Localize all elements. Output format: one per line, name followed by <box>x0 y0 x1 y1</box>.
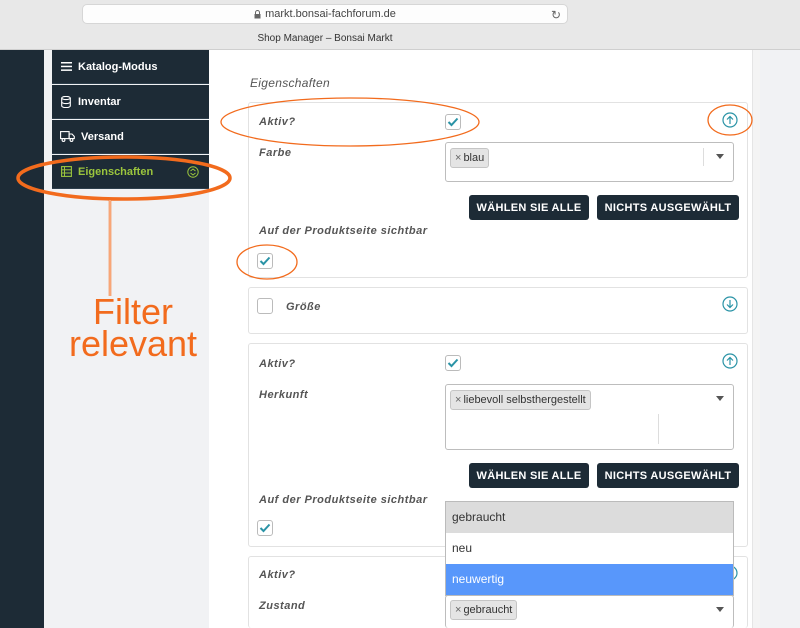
remove-tag-icon: × <box>455 152 462 164</box>
select-none-button[interactable]: NICHTS AUSGEWÄHLT <box>597 463 739 488</box>
selected-tag[interactable]: × blau <box>450 148 490 168</box>
chevron-down-icon[interactable] <box>716 607 724 612</box>
selected-tag[interactable]: × gebraucht <box>450 600 518 620</box>
active-label: Aktiv? <box>259 116 296 128</box>
selected-tag[interactable]: × liebevoll selbsthergestellt <box>450 390 591 410</box>
annotation-text: Filter relevant <box>58 294 208 364</box>
truck-icon <box>60 131 75 143</box>
url-text: markt.bonsai-fachforum.de <box>265 8 396 20</box>
property-card-farbe <box>248 102 748 278</box>
field-label: Farbe <box>259 147 292 159</box>
check-icon <box>259 523 271 533</box>
browser-chrome: markt.bonsai-fachforum.de ↻ Shop Manager… <box>0 0 800 50</box>
lock-icon <box>254 10 261 19</box>
admin-rail <box>0 50 44 628</box>
visible-label: Auf der Produktseite sichtbar <box>259 494 428 506</box>
dropdown-option[interactable]: gebraucht <box>446 502 733 533</box>
remove-tag-icon: × <box>455 604 462 616</box>
select-none-button[interactable]: NICHTS AUSGEWÄHLT <box>597 195 739 220</box>
remove-tag-icon: × <box>455 394 462 406</box>
collapse-up-icon[interactable] <box>722 353 738 369</box>
select-divider <box>703 148 704 166</box>
active-label: Aktiv? <box>259 358 296 370</box>
reload-icon[interactable]: ↻ <box>551 8 561 22</box>
scrollbar-track[interactable] <box>752 50 760 628</box>
select-divider <box>658 414 659 444</box>
expand-down-icon[interactable] <box>722 296 738 312</box>
chevron-down-icon[interactable] <box>716 154 724 159</box>
visible-checkbox[interactable] <box>257 253 273 269</box>
dropdown-option[interactable]: neuwertig <box>446 564 733 595</box>
dropdown-options: gebraucht neu neuwertig <box>445 501 734 596</box>
dropdown-option[interactable]: neu <box>446 533 733 564</box>
sidebar-item-label: Katalog-Modus <box>78 60 158 73</box>
visible-checkbox[interactable] <box>257 520 273 536</box>
list-icon <box>60 166 72 178</box>
select-all-button[interactable]: WÄHLEN SIE ALLE <box>469 463 589 488</box>
field-label: Herkunft <box>259 389 309 401</box>
sidebar-item-versand[interactable]: Versand <box>52 120 209 154</box>
sidebar-item-katalog-modus[interactable]: Katalog-Modus <box>52 50 209 84</box>
database-icon <box>60 95 72 108</box>
active-checkbox[interactable] <box>445 355 461 371</box>
collapse-up-icon[interactable] <box>722 112 738 128</box>
check-icon <box>447 117 459 127</box>
sidebar-item-eigenschaften[interactable]: Eigenschaften <box>52 155 209 189</box>
field-label: Größe <box>286 301 321 313</box>
section-title: Eigenschaften <box>250 76 330 90</box>
tab-title[interactable]: Shop Manager – Bonsai Markt <box>0 30 650 48</box>
sidebar-item-label: Inventar <box>78 95 121 108</box>
menu-icon <box>60 61 72 73</box>
sidebar: Katalog-Modus Inventar Versand Eigenscha… <box>52 50 209 190</box>
sidebar-item-label: Eigenschaften <box>78 165 154 178</box>
select-all-button[interactable]: WÄHLEN SIE ALLE <box>469 195 589 220</box>
sidebar-item-inventar[interactable]: Inventar <box>52 85 209 119</box>
chevron-down-icon[interactable] <box>716 396 724 401</box>
active-label: Aktiv? <box>259 569 296 581</box>
expand-circle-icon[interactable] <box>187 166 199 181</box>
sidebar-item-label: Versand <box>81 130 124 143</box>
active-checkbox[interactable] <box>257 298 273 314</box>
visible-label: Auf der Produktseite sichtbar <box>259 225 428 237</box>
property-card-groesse <box>248 287 748 334</box>
annotation-line: relevant <box>68 323 198 364</box>
address-bar[interactable]: markt.bonsai-fachforum.de ↻ <box>82 4 568 24</box>
check-icon <box>447 358 459 368</box>
field-label: Zustand <box>259 600 306 612</box>
active-checkbox[interactable] <box>445 114 461 130</box>
check-icon <box>259 256 271 266</box>
